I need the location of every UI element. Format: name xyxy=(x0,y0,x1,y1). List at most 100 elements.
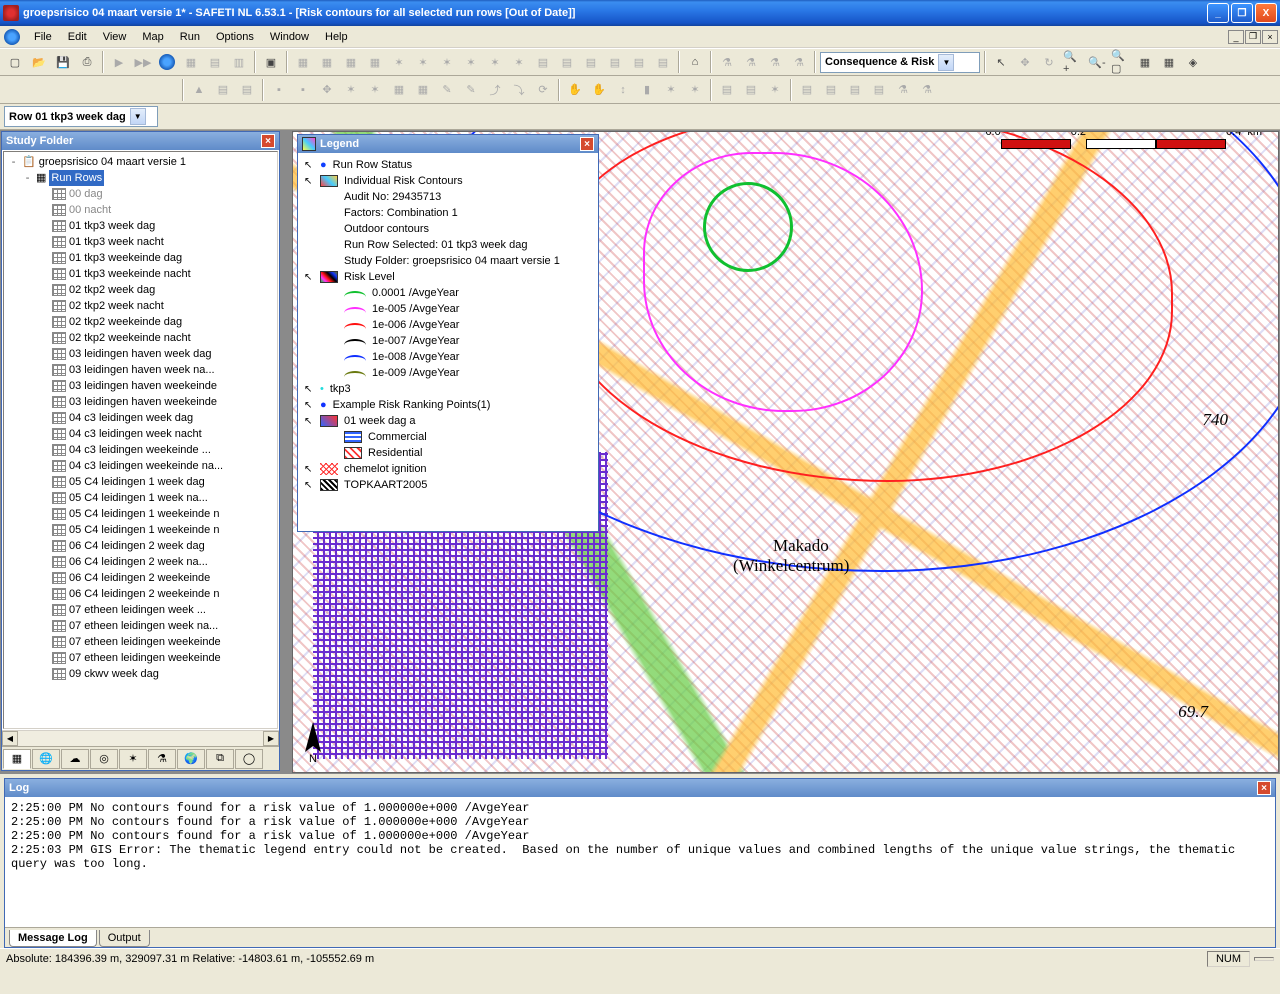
tab-flask-icon[interactable]: ⚗ xyxy=(148,749,176,769)
t2-23-icon[interactable]: ▤ xyxy=(740,79,762,101)
t2-17-icon[interactable]: ✋ xyxy=(588,79,610,101)
t2-14-icon[interactable]: ⤵ xyxy=(508,79,530,101)
legend-panel[interactable]: Legend × ↖●Run Row Status ↖Individual Ri… xyxy=(297,134,599,532)
t2-16-icon[interactable]: ✋ xyxy=(564,79,586,101)
tree-item[interactable]: 02 tkp2 weekeinde nacht xyxy=(6,330,275,346)
tree-item[interactable]: 05 C4 leidingen 1 week na... xyxy=(6,490,275,506)
t2-15-icon[interactable]: ⟳ xyxy=(532,79,554,101)
close-icon[interactable]: × xyxy=(1257,781,1271,795)
row-selector[interactable]: Row 01 tkp3 week dag ▼ xyxy=(4,106,158,127)
tab-star-icon[interactable]: ✶ xyxy=(119,749,147,769)
mdi-restore-button[interactable]: ❐ xyxy=(1245,30,1261,44)
menu-run[interactable]: Run xyxy=(172,29,208,45)
t2-25-icon[interactable]: ▤ xyxy=(796,79,818,101)
dropdown-icon[interactable]: ▼ xyxy=(130,108,146,125)
grid1-icon[interactable]: ▦ xyxy=(292,51,314,73)
log-body[interactable]: 2:25:00 PM No contours found for a risk … xyxy=(5,797,1275,927)
minimize-button[interactable]: _ xyxy=(1207,3,1229,23)
tab-earth-icon[interactable]: 🌍 xyxy=(177,749,205,769)
flask1-icon[interactable]: ⚗ xyxy=(716,51,738,73)
scroll-right-icon[interactable]: ▶ xyxy=(263,731,279,746)
tab-link-icon[interactable]: ⧉ xyxy=(206,749,234,769)
tree-item[interactable]: 03 leidingen haven week na... xyxy=(6,362,275,378)
play-icon[interactable]: ▶ xyxy=(108,51,130,73)
tab-output[interactable]: Output xyxy=(99,930,150,947)
wind1-icon[interactable]: ✶ xyxy=(388,51,410,73)
close-icon[interactable]: × xyxy=(580,137,594,151)
t2-27-icon[interactable]: ▤ xyxy=(844,79,866,101)
tree-item[interactable]: 06 C4 leidingen 2 weekeinde n xyxy=(6,586,275,602)
wind5-icon[interactable]: ✶ xyxy=(484,51,506,73)
t2-13-icon[interactable]: ⤴ xyxy=(484,79,506,101)
flask4-icon[interactable]: ⚗ xyxy=(788,51,810,73)
tab-globe-icon[interactable]: 🌐 xyxy=(32,749,60,769)
t2-1-icon[interactable]: ▲ xyxy=(188,79,210,101)
log-header[interactable]: Log × xyxy=(5,779,1275,797)
print-icon[interactable]: ⎙ xyxy=(76,51,98,73)
close-button[interactable]: X xyxy=(1255,3,1277,23)
wind2-icon[interactable]: ✶ xyxy=(412,51,434,73)
tree-item[interactable]: 06 C4 leidingen 2 week na... xyxy=(6,554,275,570)
layer4-icon[interactable]: ▤ xyxy=(604,51,626,73)
tree-item[interactable]: 03 leidingen haven weekeinde xyxy=(6,378,275,394)
layer3-icon[interactable]: ▤ xyxy=(580,51,602,73)
move-icon[interactable]: ✥ xyxy=(1014,51,1036,73)
tree-item[interactable]: 03 leidingen haven week dag xyxy=(6,346,275,362)
menu-file[interactable]: File xyxy=(26,29,60,45)
grid4-icon[interactable]: ▦ xyxy=(364,51,386,73)
menu-help[interactable]: Help xyxy=(317,29,356,45)
tree-item[interactable]: 04 c3 leidingen week nacht xyxy=(6,426,275,442)
layer2-icon[interactable]: ▤ xyxy=(556,51,578,73)
tree-item[interactable]: 02 tkp2 week nacht xyxy=(6,298,275,314)
tree-item[interactable]: 00 nacht xyxy=(6,202,275,218)
t2-28-icon[interactable]: ▤ xyxy=(868,79,890,101)
t2-3-icon[interactable]: ▤ xyxy=(236,79,258,101)
tree-item[interactable]: 09 ckwv week dag xyxy=(6,666,275,682)
tree-item[interactable]: 05 C4 leidingen 1 weekeinde n xyxy=(6,522,275,538)
menu-edit[interactable]: Edit xyxy=(60,29,95,45)
t2-22-icon[interactable]: ▤ xyxy=(716,79,738,101)
tree-item[interactable]: 01 tkp3 week nacht xyxy=(6,234,275,250)
run-globe-icon[interactable] xyxy=(156,51,178,73)
flask2-icon[interactable]: ⚗ xyxy=(740,51,762,73)
pointer-icon[interactable]: ↖ xyxy=(990,51,1012,73)
t2-10-icon[interactable]: ▦ xyxy=(412,79,434,101)
tree-item[interactable]: 01 tkp3 weekeinde dag xyxy=(6,250,275,266)
t2-2-icon[interactable]: ▤ xyxy=(212,79,234,101)
tree-item[interactable]: 04 c3 leidingen weekeinde na... xyxy=(6,458,275,474)
tree-item[interactable]: 06 C4 leidingen 2 weekeinde xyxy=(6,570,275,586)
tree-item[interactable]: 05 C4 leidingen 1 weekeinde n xyxy=(6,506,275,522)
zoomfit-icon[interactable]: 🔍▢ xyxy=(1110,51,1132,73)
t2-9-icon[interactable]: ▦ xyxy=(388,79,410,101)
t2-18-icon[interactable]: ↕ xyxy=(612,79,634,101)
layer1-icon[interactable]: ▤ xyxy=(532,51,554,73)
study-folder-header[interactable]: Study Folder × xyxy=(2,132,279,150)
study-tree[interactable]: -📋groepsrisico 04 maart versie 1 -▦Run R… xyxy=(3,151,278,729)
t2-30-icon[interactable]: ⚗ xyxy=(916,79,938,101)
t2-21-icon[interactable]: ✶ xyxy=(684,79,706,101)
maptool1-icon[interactable]: ▦ xyxy=(1134,51,1156,73)
tree-item[interactable]: 05 C4 leidingen 1 week dag xyxy=(6,474,275,490)
t2-5-icon[interactable]: ▪ xyxy=(292,79,314,101)
t2-4-icon[interactable]: ▪ xyxy=(268,79,290,101)
zoomin-icon[interactable]: 🔍+ xyxy=(1062,51,1084,73)
t2-24-icon[interactable]: ✶ xyxy=(764,79,786,101)
tree-hscroll[interactable]: ◀ ▶ xyxy=(2,730,279,746)
report2-icon[interactable]: ▥ xyxy=(228,51,250,73)
grid3-icon[interactable]: ▦ xyxy=(340,51,362,73)
tree-item[interactable]: 01 tkp3 week dag xyxy=(6,218,275,234)
tree-item[interactable]: 02 tkp2 week dag xyxy=(6,282,275,298)
tab-target-icon[interactable]: ◎ xyxy=(90,749,118,769)
tree-item[interactable]: 06 C4 leidingen 2 week dag xyxy=(6,538,275,554)
t2-8-icon[interactable]: ✶ xyxy=(364,79,386,101)
report-icon[interactable]: ▤ xyxy=(204,51,226,73)
tab-cloud-icon[interactable]: ☁ xyxy=(61,749,89,769)
t2-20-icon[interactable]: ✶ xyxy=(660,79,682,101)
home-icon[interactable]: ⌂ xyxy=(684,51,706,73)
tree-item[interactable]: 07 etheen leidingen week ... xyxy=(6,602,275,618)
tree-item[interactable]: 04 c3 leidingen weekeinde ... xyxy=(6,442,275,458)
mdi-minimize-button[interactable]: _ xyxy=(1228,30,1244,44)
window-icon[interactable]: ▣ xyxy=(260,51,282,73)
wind6-icon[interactable]: ✶ xyxy=(508,51,530,73)
t2-29-icon[interactable]: ⚗ xyxy=(892,79,914,101)
